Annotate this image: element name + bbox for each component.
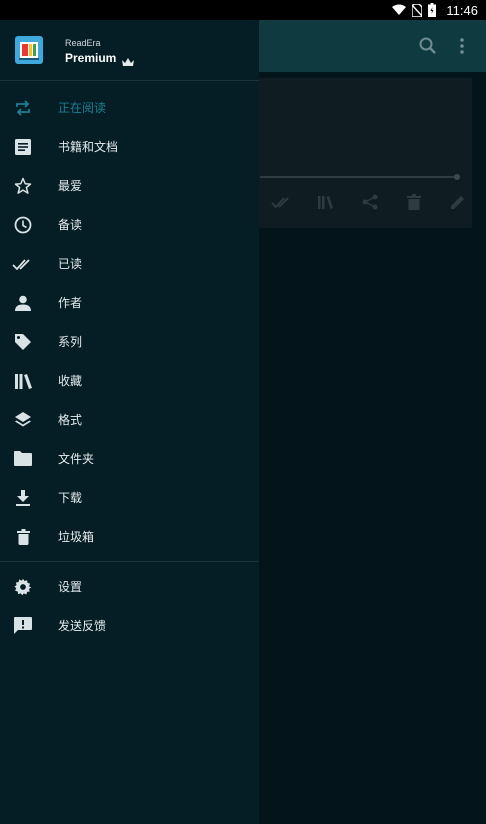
- drawer-item-to-read[interactable]: 备读: [0, 205, 259, 244]
- share-icon[interactable]: [358, 190, 382, 214]
- drawer-item-feedback[interactable]: 发送反馈: [0, 606, 259, 645]
- status-bar: 11:46: [0, 0, 486, 20]
- drawer-item-label: 文件夹: [58, 452, 95, 466]
- sim-off-icon: [412, 3, 423, 17]
- double-check-icon: [12, 253, 34, 275]
- double-check-icon[interactable]: [270, 190, 294, 214]
- drawer-item-label: 收藏: [58, 374, 83, 388]
- drawer-item-favorites[interactable]: 最爱: [0, 166, 259, 205]
- drawer-item-label: 格式: [58, 413, 83, 427]
- drawer-item-trash[interactable]: 垃圾箱: [0, 517, 259, 556]
- readera-logo-icon: [15, 36, 43, 64]
- drawer-item-reading[interactable]: 正在阅读: [0, 88, 259, 127]
- progress-thumb: [454, 174, 460, 180]
- crown-icon: [122, 52, 134, 71]
- edit-icon[interactable]: [446, 190, 470, 214]
- folder-icon: [12, 448, 34, 470]
- gear-icon: [12, 576, 34, 598]
- star-icon: [12, 175, 34, 197]
- drawer-item-label: 最爱: [58, 179, 83, 193]
- drawer-item-formats[interactable]: 格式: [0, 400, 259, 439]
- book-card-actions: [270, 190, 470, 214]
- layers-icon: [12, 409, 34, 431]
- drawer-item-series[interactable]: 系列: [0, 322, 259, 361]
- drawer-item-books-docs[interactable]: 书籍和文档: [0, 127, 259, 166]
- drawer-item-downloads[interactable]: 下载: [0, 478, 259, 517]
- drawer-item-collections[interactable]: 收藏: [0, 361, 259, 400]
- person-icon: [12, 292, 34, 314]
- drawer-divider: [0, 561, 259, 562]
- drawer-menu: 正在阅读 书籍和文档 最爱 备读 已读 作者 系列 收藏 格式 文件夹 下载 垃…: [0, 88, 259, 556]
- trash-icon[interactable]: [402, 190, 426, 214]
- drawer-item-folders[interactable]: 文件夹: [0, 439, 259, 478]
- drawer-item-label: 系列: [58, 335, 83, 349]
- library-icon: [12, 370, 34, 392]
- progress-track: [260, 176, 460, 178]
- library-icon[interactable]: [314, 190, 338, 214]
- tag-icon: [12, 331, 34, 353]
- more-vert-icon[interactable]: [450, 34, 474, 58]
- repeat-icon: [12, 97, 34, 119]
- drawer-item-label: 作者: [58, 296, 83, 310]
- drawer-item-label: 备读: [58, 218, 83, 232]
- premium-label: Premium: [65, 51, 117, 65]
- drawer-header: ReadEra Premium: [0, 20, 259, 81]
- drawer-item-label: 垃圾箱: [58, 530, 95, 544]
- drawer-item-label: 正在阅读: [58, 101, 107, 115]
- app-name: ReadEra: [65, 38, 101, 48]
- drawer-item-read[interactable]: 已读: [0, 244, 259, 283]
- drawer-item-authors[interactable]: 作者: [0, 283, 259, 322]
- trash-icon: [12, 526, 34, 548]
- clock-icon: [12, 214, 34, 236]
- drawer-item-label: 下载: [58, 491, 83, 505]
- search-icon[interactable]: [416, 34, 440, 58]
- drawer-item-label: 设置: [58, 580, 83, 594]
- navigation-drawer: ReadEra Premium 正在阅读 书籍和文档 最爱 备读 已读 作者 系…: [0, 20, 259, 824]
- wifi-icon: [392, 4, 407, 15]
- drawer-item-settings[interactable]: 设置: [0, 567, 259, 606]
- drawer-secondary-menu: 设置 发送反馈: [0, 567, 259, 645]
- drawer-item-label: 已读: [58, 257, 83, 271]
- feedback-icon: [12, 615, 34, 637]
- drawer-item-label: 发送反馈: [58, 619, 107, 633]
- download-icon: [12, 487, 34, 509]
- status-time: 11:46: [446, 2, 478, 18]
- drawer-item-label: 书籍和文档: [58, 140, 119, 154]
- document-icon: [12, 136, 34, 158]
- battery-icon: [428, 3, 437, 17]
